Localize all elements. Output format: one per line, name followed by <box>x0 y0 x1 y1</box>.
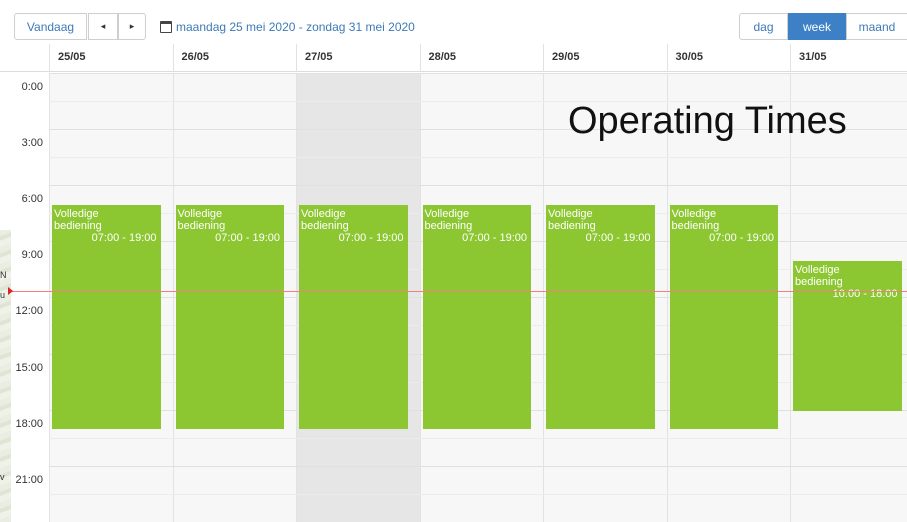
event-time-range: 07:00 - 19:00 <box>585 231 651 244</box>
overlay-title: Operating Times <box>568 100 847 142</box>
event-title: Volledige <box>671 207 717 220</box>
event-title: bediening <box>424 219 473 232</box>
event-title: bediening <box>177 219 226 232</box>
event-time-range: 07:00 - 19:00 <box>91 231 157 244</box>
operating-time-event[interactable]: Volledige bediening 07:00 - 19:00 <box>175 204 284 430</box>
event-title: bediening <box>795 276 843 288</box>
date-range-label: maandag 25 mei 2020 - zondag 31 mei 2020 <box>176 20 415 34</box>
operating-time-event[interactable]: Volledige bediening 07:00 - 19:00 <box>52 204 161 430</box>
event-title: Volledige <box>54 207 99 220</box>
view-month-button[interactable]: maand <box>846 13 907 40</box>
current-time-marker <box>8 287 13 295</box>
day-header-25-05[interactable]: 25/05 <box>49 44 173 72</box>
operating-time-event[interactable]: Volledige bediening 10:00 - 18:00 <box>793 261 902 411</box>
current-time-line <box>11 291 907 292</box>
time-label: 0:00 <box>21 81 43 93</box>
next-week-button[interactable]: ▸ <box>118 13 146 40</box>
time-label: 9:00 <box>21 249 43 262</box>
event-title: Volledige <box>795 264 840 276</box>
previous-week-button[interactable]: ◂ <box>88 13 118 40</box>
time-label: 12:00 <box>15 305 43 318</box>
view-day-button[interactable]: dag <box>739 13 788 40</box>
day-header-30-05[interactable]: 30/05 <box>666 44 791 72</box>
event-title: bediening <box>548 219 596 232</box>
day-header-26-05[interactable]: 26/05 <box>172 44 297 72</box>
event-title: Volledige <box>548 207 593 220</box>
operating-time-event[interactable]: Volledige bediening 07:00 - 19:00 <box>299 204 408 430</box>
event-time-range: 07:00 - 19:00 <box>709 231 774 244</box>
time-label: 18:00 <box>15 417 43 430</box>
date-range-picker[interactable]: maandag 25 mei 2020 - zondag 31 mei 2020 <box>160 20 415 34</box>
event-time-range: 07:00 - 19:00 <box>338 231 404 244</box>
event-time-range: 07:00 - 19:00 <box>215 231 280 244</box>
calendar-icon <box>160 21 172 33</box>
event-title: bediening <box>671 219 720 232</box>
view-week-button[interactable]: week <box>788 13 846 40</box>
event-title: bediening <box>301 219 349 232</box>
day-header-31-05[interactable]: 31/05 <box>790 44 907 72</box>
time-label: 21:00 <box>15 473 43 486</box>
operating-time-event[interactable]: Volledige bediening 07:00 - 19:00 <box>669 204 778 430</box>
operating-time-event[interactable]: Volledige bediening 07:00 - 19:00 <box>422 204 531 430</box>
time-gridline <box>49 493 907 495</box>
event-title: Volledige <box>177 207 223 220</box>
time-gridline <box>49 185 907 187</box>
time-gridline <box>49 465 907 467</box>
time-label: 3:00 <box>21 137 43 150</box>
event-title: bediening <box>54 219 102 232</box>
day-header-row: 25/05 26/05 27/05 28/05 29/05 30/05 31/05 <box>0 44 907 72</box>
operating-time-event[interactable]: Volledige bediening 07:00 - 19:00 <box>546 204 655 430</box>
time-gridline <box>49 73 907 74</box>
day-header-29-05[interactable]: 29/05 <box>543 44 667 72</box>
time-gridline <box>49 157 907 159</box>
time-label: 15:00 <box>15 361 43 374</box>
day-header-28-05[interactable]: 28/05 <box>419 44 544 72</box>
event-title: Volledige <box>424 207 470 220</box>
event-title: Volledige <box>301 207 346 220</box>
event-time-range: 07:00 - 19:00 <box>462 231 527 244</box>
calendar-toolbar: Vandaag ◂ ▸ maandag 25 mei 2020 - zondag… <box>0 0 907 44</box>
today-button[interactable]: Vandaag <box>14 13 87 40</box>
day-header-27-05[interactable]: 27/05 <box>296 44 420 72</box>
event-time-range: 10:00 - 18:00 <box>832 288 898 300</box>
time-gridline <box>49 437 907 439</box>
time-label: 6:00 <box>21 193 43 206</box>
